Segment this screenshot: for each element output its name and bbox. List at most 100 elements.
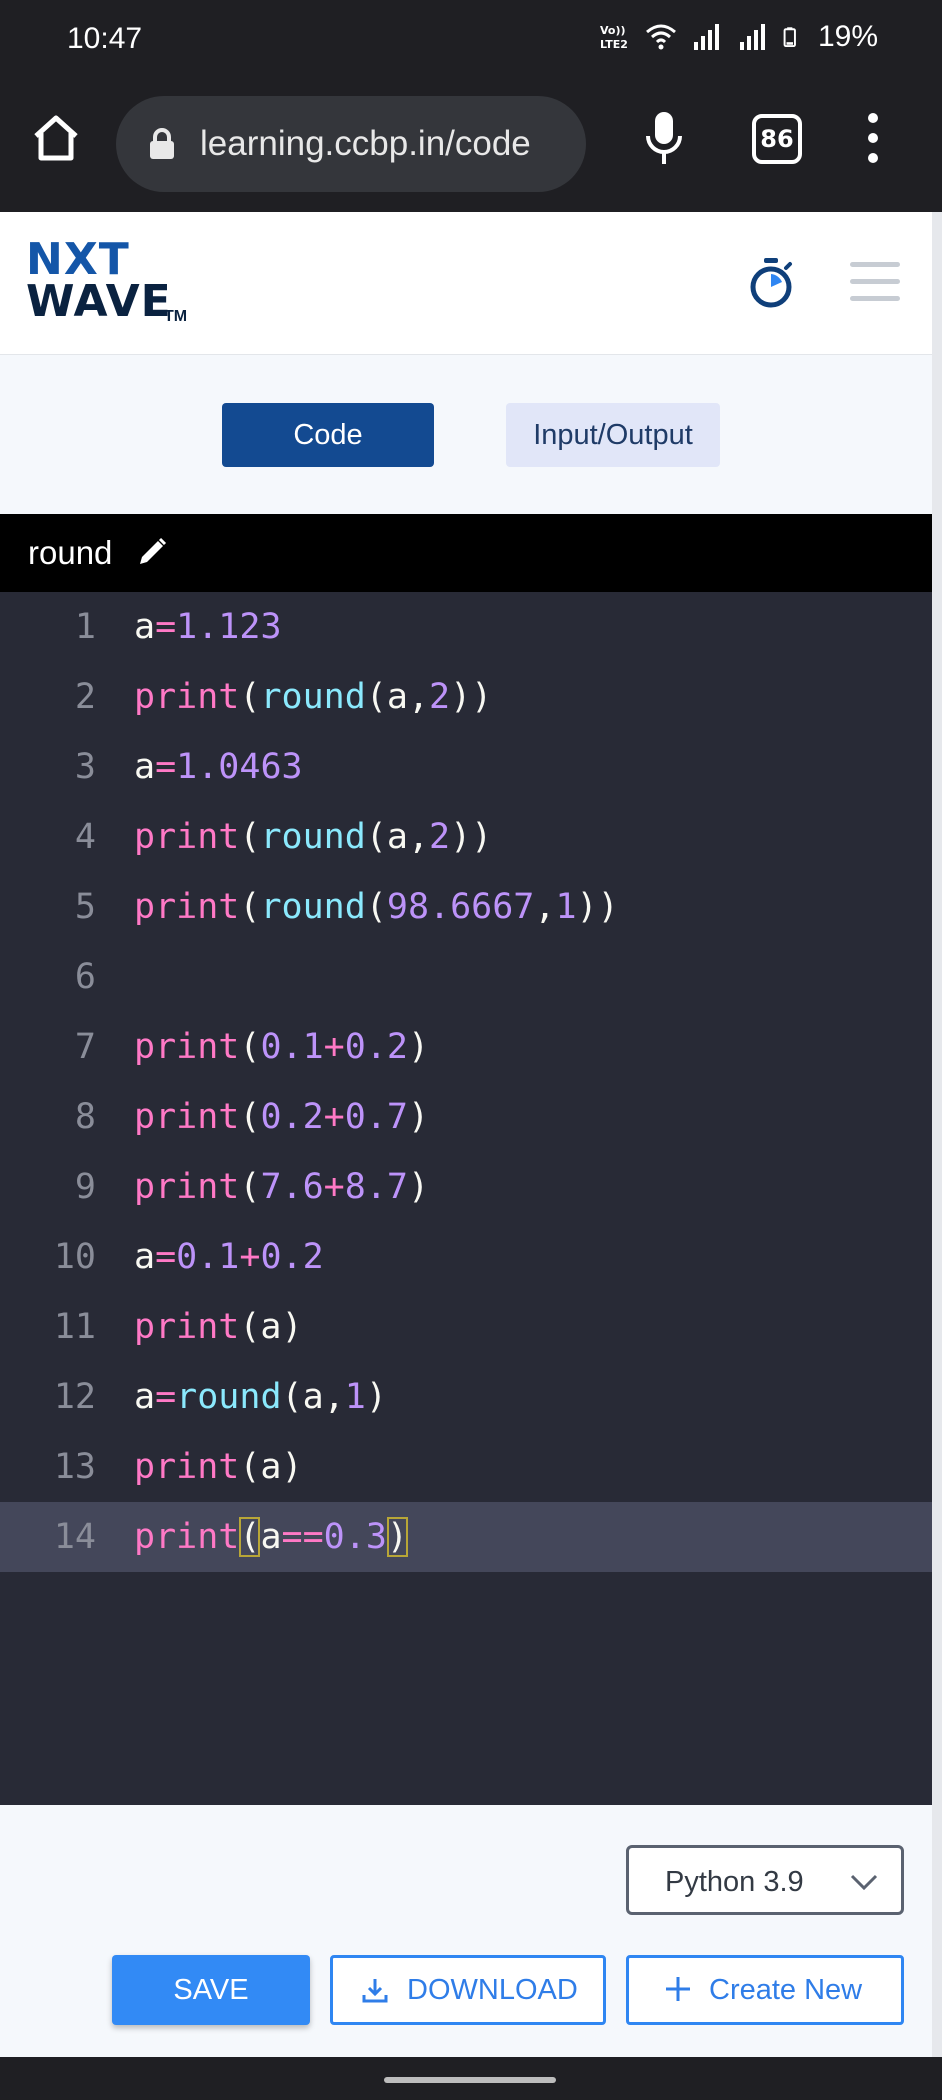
code-token: (: [239, 817, 261, 857]
hamburger-bar: [850, 262, 900, 267]
code-token: print: [134, 1517, 240, 1557]
status-icons: Vo)) LTE2 19%: [598, 20, 878, 54]
line-code: print(a): [134, 1292, 303, 1362]
app-header: NXT WAVE TM: [0, 212, 932, 355]
code-token: a: [260, 1517, 282, 1557]
code-token: print: [134, 887, 240, 927]
line-code: a=0.1+0.2: [134, 1222, 324, 1292]
home-icon[interactable]: [30, 112, 82, 164]
line-number: 9: [74, 1167, 96, 1207]
tab-input-output[interactable]: Input/Output: [506, 403, 720, 467]
svg-text:Vo)): Vo)): [600, 24, 626, 37]
chevron-down-icon: [850, 1874, 878, 1891]
code-token: ): [407, 1167, 430, 1207]
language-select-value: Python 3.9: [665, 1866, 804, 1898]
code-line[interactable]: 3 a=1.0463: [0, 732, 932, 802]
code-token: (a,: [365, 677, 430, 717]
line-code: print(round(a,2)): [134, 662, 492, 732]
line-number: 1: [74, 607, 96, 647]
battery-percent: 19%: [817, 20, 878, 53]
code-token: ==: [281, 1517, 324, 1557]
code-line[interactable]: 13 print(a): [0, 1432, 932, 1502]
code-token: (: [239, 1027, 261, 1067]
line-code: print(0.1+0.2): [134, 1012, 429, 1082]
code-token: 2: [429, 677, 451, 717]
language-select[interactable]: Python 3.9: [626, 1845, 904, 1915]
timer-icon[interactable]: [746, 256, 796, 310]
browser-toolbar: learning.ccbp.in/code 86: [0, 78, 942, 212]
code-token: )): [576, 887, 619, 927]
gesture-handle[interactable]: [384, 2077, 556, 2083]
nxtwave-logo[interactable]: NXT WAVE TM: [26, 238, 196, 328]
line-code: print(a==0.3): [134, 1502, 408, 1572]
code-token: ,: [534, 887, 556, 927]
code-line[interactable]: 5 print(round(98.6667,1)): [0, 872, 932, 942]
code-line[interactable]: 6: [0, 942, 932, 1012]
file-name-bar: round: [0, 514, 932, 592]
line-code: print(round(a,2)): [134, 802, 492, 872]
line-code: a=1.0463: [134, 732, 303, 802]
create-new-button-label: Create New: [709, 1974, 863, 2006]
code-line[interactable]: 14 print(a==0.3): [0, 1502, 932, 1572]
code-line[interactable]: 10 a=0.1+0.2: [0, 1222, 932, 1292]
code-token: a: [134, 1377, 156, 1417]
code-token: 1.0463: [176, 747, 303, 787]
pencil-icon[interactable]: [136, 536, 168, 568]
code-line[interactable]: 9 print(7.6+8.7): [0, 1152, 932, 1222]
scrollbar[interactable]: [932, 212, 942, 2057]
download-button[interactable]: DOWNLOAD: [330, 1955, 606, 2025]
navigation-gesture-area: [0, 2057, 942, 2100]
line-number: 11: [53, 1307, 96, 1347]
code-token: 2: [429, 817, 451, 857]
logo-tm: TM: [164, 308, 188, 325]
code-token: round: [260, 817, 366, 857]
code-token: =: [155, 747, 177, 787]
code-token: (: [239, 677, 261, 717]
create-new-button[interactable]: Create New: [626, 1955, 904, 2025]
code-token: +: [239, 1237, 261, 1277]
code-token: 98.6667: [386, 887, 535, 927]
code-token: 0.1: [260, 1027, 324, 1067]
code-line[interactable]: 1 a=1.123: [0, 592, 932, 662]
mic-icon[interactable]: [640, 108, 688, 168]
save-button[interactable]: SAVE: [112, 1955, 310, 2025]
code-token: a: [134, 747, 156, 787]
code-token: 7.6: [260, 1167, 324, 1207]
tab-code[interactable]: Code: [222, 403, 434, 467]
code-token: 1: [344, 1377, 366, 1417]
code-token: round: [260, 677, 366, 717]
line-number: 3: [74, 747, 96, 787]
code-token: a: [134, 607, 156, 647]
code-token: (: [239, 1097, 261, 1137]
code-line[interactable]: 8 print(0.2+0.7): [0, 1082, 932, 1152]
code-token: 0.7: [344, 1097, 408, 1137]
code-token: 0.2: [260, 1237, 324, 1277]
code-editor[interactable]: 1 a=1.123 2 print(round(a,2)) 3 a=1.0463 4 prin…: [0, 592, 932, 1805]
line-code: print(a): [134, 1432, 303, 1502]
code-token: round: [260, 887, 366, 927]
code-token: ): [365, 1377, 387, 1417]
url-bar[interactable]: learning.ccbp.in/code: [116, 96, 586, 192]
tabs-icon[interactable]: 86: [752, 114, 802, 164]
code-line[interactable]: 11 print(a): [0, 1292, 932, 1362]
line-number: 5: [74, 887, 96, 927]
matched-bracket-token: ): [386, 1517, 408, 1557]
code-line[interactable]: 7 print(0.1+0.2): [0, 1012, 932, 1082]
code-line[interactable]: 12 a=round(a,1): [0, 1362, 932, 1432]
code-token: (: [239, 1167, 261, 1207]
code-token: print: [134, 1027, 240, 1067]
code-token: ): [407, 1097, 430, 1137]
line-code: a=round(a,1): [134, 1362, 387, 1432]
code-token: (: [365, 887, 387, 927]
url-text: learning.ccbp.in/code: [200, 124, 531, 163]
code-line[interactable]: 2 print(round(a,2)): [0, 662, 932, 732]
code-token: +: [323, 1097, 345, 1137]
wifi-icon: [645, 24, 676, 50]
hamburger-icon[interactable]: [850, 262, 900, 302]
code-line[interactable]: 4 print(round(a,2)): [0, 802, 932, 872]
matched-bracket-token: (: [239, 1517, 261, 1557]
hamburger-bar: [850, 279, 900, 284]
download-button-label: DOWNLOAD: [407, 1974, 578, 2006]
code-token: a: [134, 1237, 156, 1277]
more-vert-icon[interactable]: [858, 108, 888, 168]
